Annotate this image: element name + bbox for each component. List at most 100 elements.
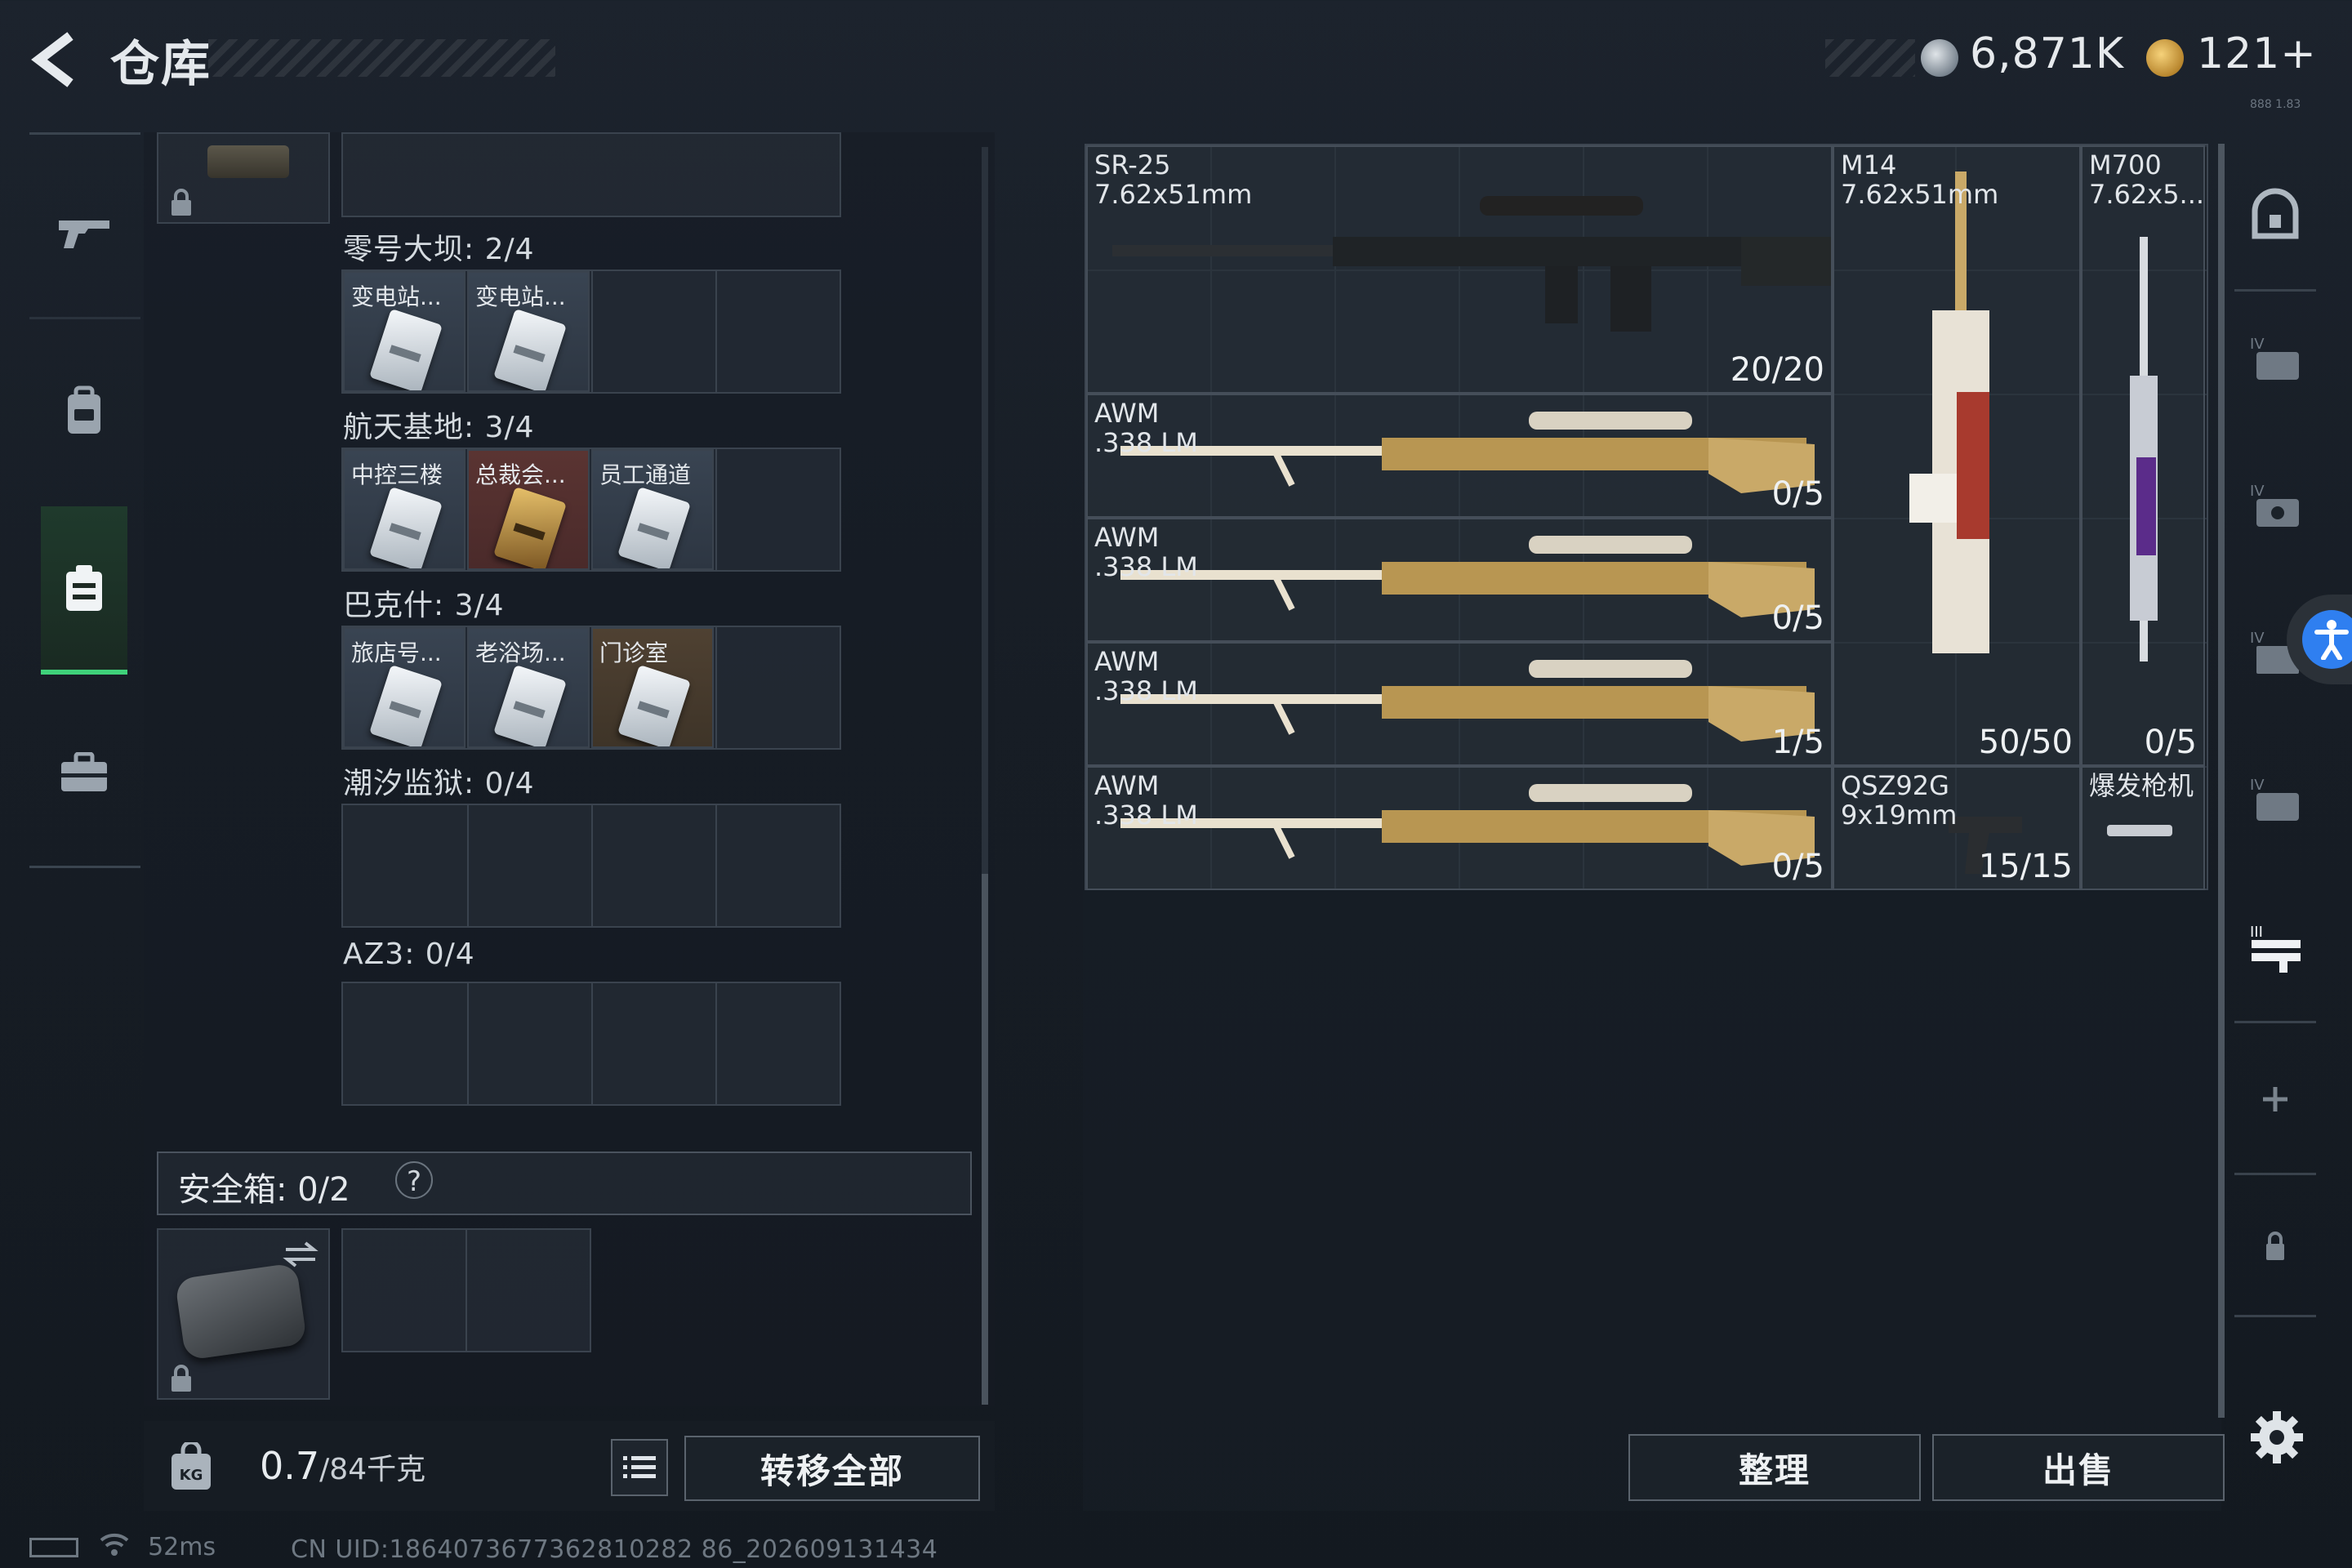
side-nav-tier4-safe[interactable]: IV (2234, 466, 2316, 547)
tier3-gun-rack-icon: III (2250, 924, 2301, 973)
item-ammo-type: 7.62x51mm (1094, 179, 1253, 210)
keycard-image (493, 308, 567, 390)
keycard-item[interactable]: 中控三楼 (343, 449, 466, 570)
sell-button[interactable]: 出售 (1932, 1434, 2225, 1501)
weapon-image (2130, 237, 2158, 662)
slot-divider (591, 271, 593, 392)
stash-item[interactable]: AWM .338 LM 0/5 (1086, 518, 1833, 642)
side-nav-add[interactable] (2234, 1058, 2316, 1140)
side-nav-divider (2234, 289, 2316, 292)
keycard-item[interactable]: 旅店号... (343, 627, 466, 748)
stash-empty-area[interactable] (1083, 890, 2221, 1511)
keycard-row-empty[interactable] (341, 132, 841, 217)
keycard-name: 变电站... (475, 283, 566, 310)
weight-capacity: /84千克 (319, 1453, 426, 1486)
add-icon (2263, 1087, 2287, 1111)
back-arrow-icon[interactable] (28, 31, 85, 88)
currency-havoc-amount[interactable]: 6,871K (1970, 29, 2124, 78)
keycard-item[interactable]: 变电站... (343, 271, 466, 392)
accessibility-icon (2302, 610, 2352, 669)
stash-item[interactable]: AWM .338 LM 1/5 (1086, 642, 1833, 766)
item-name: 爆发枪机 (2089, 771, 2194, 800)
stash-item[interactable]: AWM .338 LM 0/5 (1086, 766, 1833, 890)
lock-icon (172, 189, 191, 216)
ping-text: 52ms (148, 1532, 216, 1561)
stash-item[interactable]: 爆发枪机 (2081, 766, 2205, 890)
settings-gear-icon[interactable] (2249, 1410, 2305, 1465)
item-title: AWM (1094, 522, 1160, 553)
nav-toolbox[interactable] (41, 730, 127, 817)
slot-divider (466, 1230, 467, 1351)
currency-triangle-amount[interactable]: 121+ (2197, 29, 2317, 78)
nav-containers[interactable] (41, 506, 127, 675)
nav-weapons[interactable] (41, 189, 127, 276)
keycard-case-slot[interactable] (157, 132, 330, 224)
item-title: AWM (1094, 646, 1160, 677)
swap-icon[interactable] (281, 1238, 320, 1271)
item-name: SR-25 7.62x51mm (1094, 150, 1252, 209)
item-name: AWM .338 LM (1094, 399, 1198, 457)
nav-divider (29, 317, 140, 319)
keycard-item[interactable]: 变电站... (467, 271, 590, 392)
slot-divider (715, 449, 717, 570)
battery-icon (29, 1538, 78, 1557)
keycard-case-image (207, 145, 289, 178)
player-uid: CN UID:1864073677362810282 86_2026091314… (291, 1535, 938, 1564)
nav-divider (29, 132, 140, 135)
svg-text:IV: IV (2250, 483, 2265, 500)
item-ammo-count: 1/5 (1771, 724, 1824, 761)
item-name: AWM .338 LM (1094, 523, 1198, 581)
keycard-name: 员工通道 (599, 461, 692, 488)
item-ammo-count: 0/5 (1771, 599, 1824, 637)
keycard-name: 门诊室 (599, 639, 669, 666)
wifi-icon (98, 1532, 131, 1563)
toolbox-icon (61, 752, 107, 791)
item-ammo-type: .338 LM (1094, 800, 1198, 831)
organize-button[interactable]: 整理 (1628, 1434, 1921, 1501)
weapon-image (1120, 784, 1815, 866)
item-title: AWM (1094, 770, 1160, 801)
stash-item[interactable]: M700 7.62x5... 0/5 (2081, 145, 2205, 766)
container-icon (66, 565, 102, 611)
keycard-slot-row[interactable] (341, 804, 841, 928)
side-nav-divider (2234, 1315, 2316, 1317)
keycard-slot-row[interactable] (341, 982, 841, 1106)
keycard-group-label: AZ3: 0/4 (343, 938, 475, 971)
slot-divider (591, 805, 593, 926)
side-nav-tier3-gun-rack[interactable]: III (2234, 906, 2316, 988)
keycard-name: 旅店号... (351, 639, 442, 666)
status-bar: 52ms (29, 1532, 216, 1563)
transfer-all-button[interactable]: 转移全部 (684, 1436, 980, 1501)
item-ammo-count: 0/5 (1771, 848, 1824, 885)
keycard-item[interactable]: 员工通道 (591, 449, 714, 570)
stash-item[interactable]: QSZ92G 9x19mm 15/15 (1833, 766, 2081, 890)
vault-icon (2252, 188, 2299, 239)
keycard-item[interactable]: 老浴场... (467, 627, 590, 748)
item-title: SR-25 (1094, 149, 1171, 180)
tier4-case-icon: IV (2250, 336, 2299, 380)
stash-item[interactable]: AWM .338 LM 0/5 (1086, 394, 1833, 518)
safe-box-help-button[interactable]: ? (395, 1161, 433, 1199)
side-nav-tier4-box[interactable]: IV (2234, 760, 2316, 841)
svg-text:IV: IV (2250, 630, 2265, 647)
keycard-item[interactable]: 门诊室 (591, 627, 714, 748)
safe-box-contents[interactable] (341, 1228, 591, 1352)
item-ammo-count: 20/20 (1730, 351, 1824, 389)
weight-icon: KG (172, 1442, 211, 1490)
keycard-item[interactable]: 总裁会... (467, 449, 590, 570)
page-title: 仓库 (110, 36, 212, 93)
keycard-image (369, 486, 443, 568)
side-nav-vault[interactable] (2234, 175, 2316, 256)
stash-item[interactable]: SR-25 7.62x51mm 20/20 (1086, 145, 1833, 394)
container-scrollbar-thumb[interactable] (982, 874, 988, 1405)
weapon-image (1120, 660, 1815, 742)
stash-item[interactable]: M14 7.62x51mm 50/50 (1833, 145, 2081, 766)
safe-box-slot[interactable] (157, 1228, 330, 1400)
slot-divider (467, 805, 469, 926)
list-view-button[interactable] (611, 1439, 668, 1496)
side-nav-tier4-case[interactable]: IV (2234, 318, 2316, 400)
side-nav-lock[interactable] (2234, 1205, 2316, 1287)
svg-text:III: III (2250, 924, 2263, 941)
stash-scrollbar[interactable] (2218, 144, 2225, 1418)
nav-backpack[interactable] (41, 368, 127, 454)
